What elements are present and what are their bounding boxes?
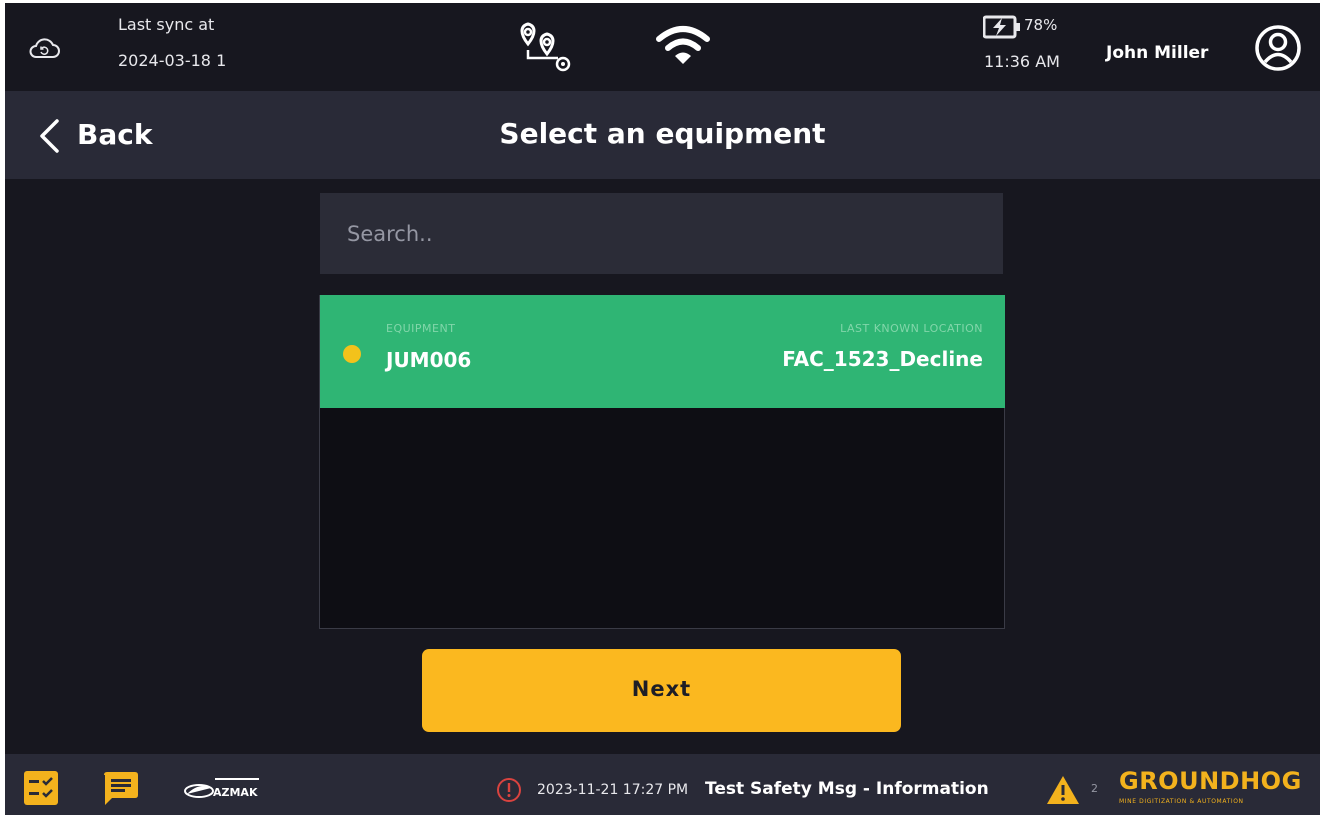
alert-message[interactable]: Test Safety Msg - Information	[705, 779, 989, 799]
checklist-icon[interactable]	[24, 771, 58, 805]
equipment-row[interactable]: EQUIPMENT JUM006 LAST KNOWN LOCATION FAC…	[320, 295, 1005, 408]
status-dot	[343, 345, 361, 363]
back-button[interactable]: Back	[29, 109, 179, 161]
equipment-column-label: EQUIPMENT	[386, 322, 456, 335]
search-box	[320, 193, 1003, 274]
alert-circle-icon[interactable]	[496, 777, 522, 803]
equipment-id: JUM006	[386, 348, 472, 372]
battery-percentage: 78%	[1024, 16, 1058, 34]
battery-charging-icon	[983, 15, 1020, 39]
alert-time: 2023-11-21 17:27 PM	[537, 782, 689, 798]
sync-label: Last sync at	[118, 15, 215, 34]
equipment-list: EQUIPMENT JUM006 LAST KNOWN LOCATION FAC…	[319, 295, 1005, 629]
brand-tagline: MINE DIGITIZATION & AUTOMATION	[1119, 798, 1244, 805]
page-title: Select an equipment	[499, 117, 826, 150]
user-icon[interactable]	[1253, 23, 1303, 73]
warning-triangle-icon[interactable]	[1045, 774, 1081, 806]
status-bar: Last sync at 2024-03-18 1 78% 11:36 AM J…	[5, 3, 1320, 91]
clock: 11:36 AM	[984, 52, 1060, 71]
footer-bar: AZMAK 2023-11-21 17:27 PM Test Safety Ms…	[5, 754, 1320, 815]
cloud-sync-icon[interactable]	[27, 36, 61, 60]
next-label: Next	[631, 677, 692, 701]
user-name[interactable]: John Miller	[1106, 43, 1208, 63]
back-label: Back	[77, 118, 153, 151]
search-input[interactable]	[320, 193, 1003, 274]
app-screen: Last sync at 2024-03-18 1 78% 11:36 AM J…	[5, 3, 1320, 815]
brand-logo: GROUNDHOG	[1119, 767, 1302, 795]
sync-time: 2024-03-18 1	[118, 51, 227, 70]
warning-count: 2	[1091, 782, 1098, 795]
next-button[interactable]: Next	[422, 649, 901, 732]
location-column-label: LAST KNOWN LOCATION	[840, 322, 983, 335]
wifi-icon[interactable]	[655, 23, 711, 67]
partner-logo-text: AZMAK	[213, 786, 258, 799]
chevron-left-icon	[40, 119, 59, 153]
chat-icon[interactable]	[102, 771, 140, 807]
equipment-location: FAC_1523_Decline	[782, 347, 983, 371]
page-header: Select an equipment Back	[5, 91, 1320, 179]
partner-logo: AZMAK	[184, 778, 259, 799]
route-icon[interactable]	[515, 20, 579, 74]
